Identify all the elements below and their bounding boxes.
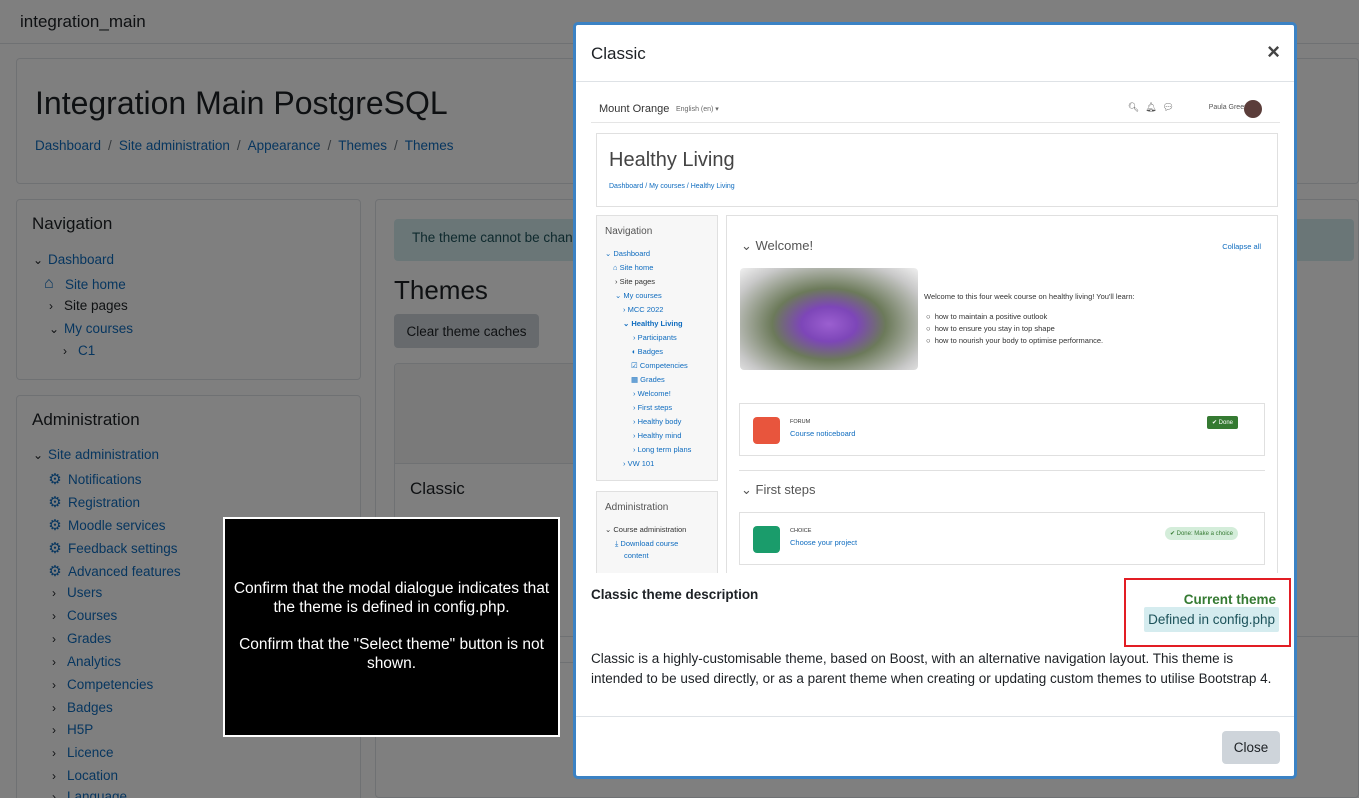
preview-section-label: First steps [755, 482, 816, 497]
preview-nav-label: Site pages [619, 277, 656, 286]
preview-nav-item: › First steps [633, 403, 673, 412]
preview-nav-item: ⌄ Healthy Living [623, 319, 683, 328]
preview-nav-item: › Healthy body [633, 417, 682, 426]
preview-nav-item: › Site pages [615, 277, 656, 286]
preview-nav-item: › Long term plans [633, 445, 692, 454]
modal-header: Classic × [576, 25, 1294, 82]
preview-nav-title: Navigation [605, 226, 653, 237]
preview-course-content: ⌄ Welcome! Collapse all Welcome to this … [726, 215, 1278, 573]
close-button[interactable]: Close [1222, 731, 1280, 764]
preview-nav-item: ▦ Grades [631, 375, 665, 384]
preview-nav-label: MCC 2022 [627, 305, 664, 314]
preview-admin-title: Administration [605, 502, 669, 513]
theme-modal: Classic × Mount Orange English (en) ▾ 🔍︎… [573, 22, 1297, 779]
modal-footer: Close [576, 716, 1294, 776]
preview-nav-label: Competencies [639, 361, 688, 370]
preview-nav-label: Welcome! [637, 389, 671, 398]
preview-nav-item: ◖ Badges [631, 347, 664, 356]
preview-admin-item: ⤓ Download course [615, 539, 679, 548]
theme-description: Classic is a highly-customisable theme, … [591, 651, 1272, 686]
preview-section-title: ⌄ Welcome! [741, 238, 814, 253]
preview-bullet: ○ how to nourish your body to optimise p… [926, 336, 1104, 345]
preview-admin-label: Course administration [613, 525, 687, 534]
preview-nav-label: Healthy mind [637, 431, 682, 440]
preview-activity-name: Course noticeboard [790, 429, 856, 438]
close-icon[interactable]: × [1267, 39, 1280, 65]
preview-nav-label: Healthy body [637, 417, 682, 426]
red-highlight-box: Current theme Defined in config.php [1124, 578, 1291, 647]
preview-header: Healthy Living Dashboard / My courses / … [596, 133, 1278, 207]
instruction-text: Confirm that the "Select theme" button i… [239, 636, 544, 672]
preview-nav-label: Participants [637, 333, 677, 342]
preview-nav-label: VW 101 [627, 459, 655, 468]
preview-breadcrumb: Dashboard / My courses / Healthy Living [609, 183, 735, 190]
preview-admin-item: ⌄ Course administration [605, 525, 687, 534]
preview-user: Paula Green [1208, 104, 1248, 111]
preview-nav-label: Site home [619, 263, 654, 272]
instruction-text: Confirm that the modal dialogue indicate… [233, 580, 550, 616]
preview-nav-item: ☑ Competencies [631, 361, 688, 370]
modal-body: Mount Orange English (en) ▾ 🔍︎🔔︎💬︎ Paula… [576, 83, 1294, 716]
preview-bullet: ○ how to maintain a positive outlook [926, 312, 1048, 321]
defined-in-config-badge: Defined in config.php [1144, 607, 1279, 632]
preview-nav-label: Healthy Living [631, 319, 683, 328]
preview-forum-activity: FORUM Course noticeboard ✔ Done [739, 403, 1265, 456]
preview-nav-item: › Healthy mind [633, 431, 682, 440]
preview-nav-label: Long term plans [637, 445, 692, 454]
preview-bullet-label: how to maintain a positive outlook [934, 312, 1048, 321]
preview-lotus-image [740, 268, 918, 370]
preview-section-label: Welcome! [755, 238, 814, 253]
preview-nav-item: › Welcome! [633, 389, 671, 398]
preview-activity-name: Choose your project [790, 538, 858, 547]
preview-nav-item: › Participants [633, 333, 677, 342]
preview-section-title: ⌄ First steps [741, 482, 816, 497]
preview-bullet: ○ how to ensure you stay in top shape [926, 324, 1055, 333]
modal-title: Classic [591, 44, 646, 63]
test-instruction-box: Confirm that the modal dialogue indicate… [223, 517, 560, 737]
preview-language: English (en) ▾ [676, 106, 719, 113]
choice-icon [753, 526, 780, 553]
preview-nav-item: ⌄ My courses [615, 291, 662, 300]
preview-nav-item: › MCC 2022 [623, 305, 664, 314]
preview-nav-label: Grades [640, 375, 665, 384]
preview-choice-status: ✔ Done: Make a choice [1164, 527, 1238, 540]
preview-brand: Mount Orange [599, 103, 670, 115]
preview-admin-item: content [624, 551, 649, 560]
preview-choice-activity: CHOICE Choose your project ✔ Done: Make … [739, 512, 1265, 565]
preview-bullet-label: how to ensure you stay in top shape [934, 324, 1055, 333]
preview-nav-item: › VW 101 [623, 459, 655, 468]
preview-intro: Welcome to this four week course on heal… [924, 292, 1135, 301]
preview-bullet-label: how to nourish your body to optimise per… [934, 336, 1104, 345]
preview-done-badge: ✔ Done [1206, 416, 1238, 429]
description-title: Classic theme description [591, 587, 759, 602]
theme-preview-image: Mount Orange English (en) ▾ 🔍︎🔔︎💬︎ Paula… [591, 93, 1280, 573]
preview-collapse-all: Collapse all [1222, 242, 1261, 251]
current-theme-label: Current theme [1183, 592, 1276, 607]
preview-admin-label: Download course [620, 539, 679, 548]
forum-icon [753, 417, 780, 444]
divider [739, 470, 1265, 471]
preview-activity-type: FORUM [790, 419, 811, 425]
preview-nav-item: ⌂ Site home [613, 263, 654, 272]
preview-course-title: Healthy Living [609, 149, 735, 171]
preview-nav-label: Dashboard [613, 249, 651, 258]
preview-activity-type: CHOICE [790, 528, 812, 534]
preview-navbar: Mount Orange English (en) ▾ 🔍︎🔔︎💬︎ Paula… [591, 93, 1280, 123]
preview-navigation-block: Navigation ⌄ Dashboard ⌂ Site home › Sit… [596, 215, 718, 481]
preview-nav-label: Badges [637, 347, 664, 356]
preview-nav-label: First steps [637, 403, 673, 412]
preview-nav-label: My courses [623, 291, 662, 300]
preview-administration-block: Administration ⌄ Course administration ⤓… [596, 491, 718, 573]
avatar [1244, 100, 1262, 118]
preview-toolbar-icons: 🔍︎🔔︎💬︎ [1127, 102, 1180, 112]
preview-nav-item: ⌄ Dashboard [605, 249, 651, 258]
